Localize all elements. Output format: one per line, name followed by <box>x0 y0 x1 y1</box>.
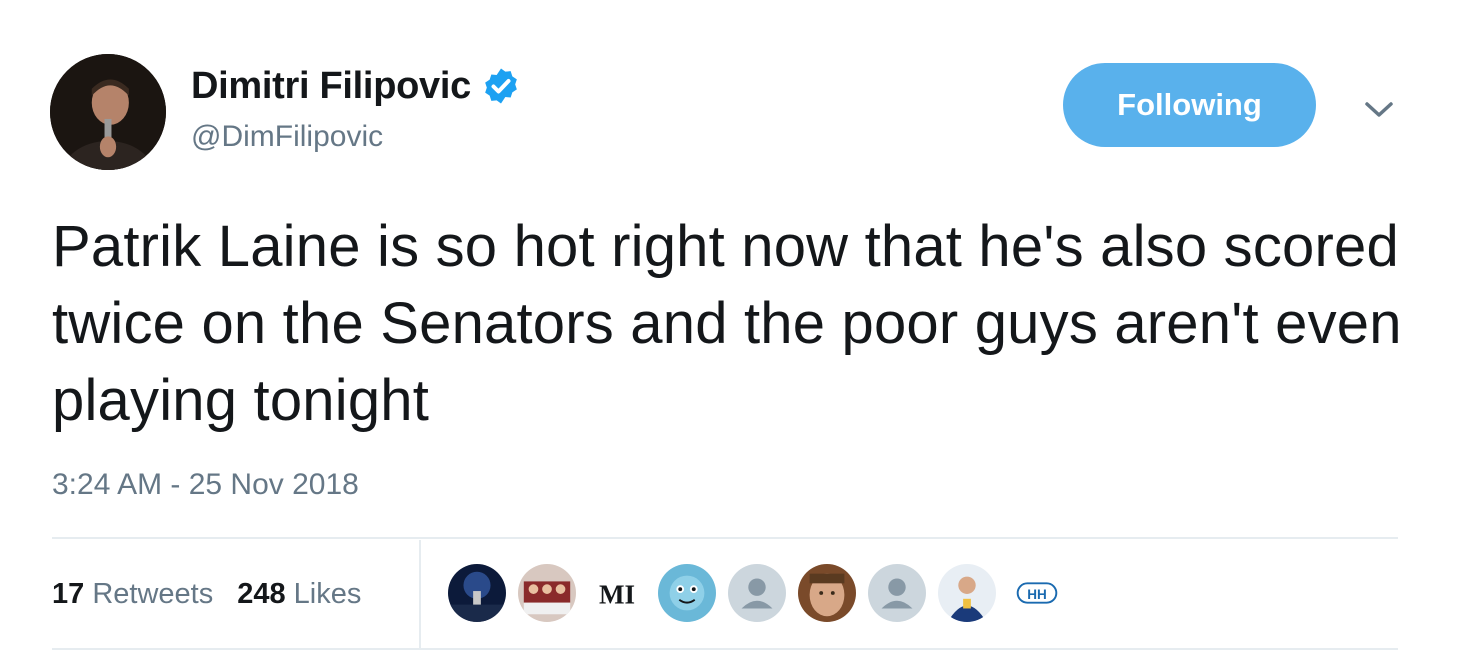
tweet-stats: 17 Retweets 248 Likes <box>52 574 361 614</box>
divider <box>52 537 1398 539</box>
likes-count: 248 <box>237 578 286 610</box>
liker-avatar-default-1[interactable] <box>728 564 786 622</box>
hh-logo-text: HH <box>1027 587 1047 602</box>
liker-avatar-default-2[interactable] <box>868 564 926 622</box>
tweet-text: Patrik Laine is so hot right now that he… <box>52 214 1402 433</box>
divider <box>52 648 1398 650</box>
liker-avatars: MI HH <box>448 562 1078 624</box>
display-name-row[interactable]: Dimitri Filipovic <box>191 64 521 108</box>
following-button[interactable]: Following <box>1063 63 1316 147</box>
liker-avatar-cartoon[interactable] <box>658 564 716 622</box>
tweet-timestamp[interactable]: 3:24 AM - 25 Nov 2018 <box>52 467 359 503</box>
likes-label: Likes <box>293 578 362 610</box>
stats-divider <box>419 540 421 648</box>
user-avatar[interactable] <box>50 54 166 170</box>
chevron-down-icon[interactable] <box>1362 96 1396 122</box>
liker-avatar-hh-logo[interactable]: HH <box>1008 564 1066 622</box>
likes-stat[interactable]: 248 Likes <box>237 574 361 614</box>
liker-avatar-face-photo[interactable] <box>798 564 856 622</box>
retweets-label: Retweets <box>92 578 214 610</box>
display-name[interactable]: Dimitri Filipovic <box>191 64 471 108</box>
user-handle[interactable]: @DimFilipovic <box>191 119 383 155</box>
liker-avatar-team-photo[interactable] <box>518 564 576 622</box>
retweets-count: 17 <box>52 578 85 610</box>
liker-avatar-player-photo[interactable] <box>938 564 996 622</box>
liker-avatar-mi-logo[interactable]: MI <box>588 564 646 622</box>
verified-badge-icon <box>485 68 517 104</box>
mi-logo-text: MI <box>599 580 635 610</box>
liker-avatar-night-sky[interactable] <box>448 564 506 622</box>
retweets-stat[interactable]: 17 Retweets <box>52 574 213 614</box>
